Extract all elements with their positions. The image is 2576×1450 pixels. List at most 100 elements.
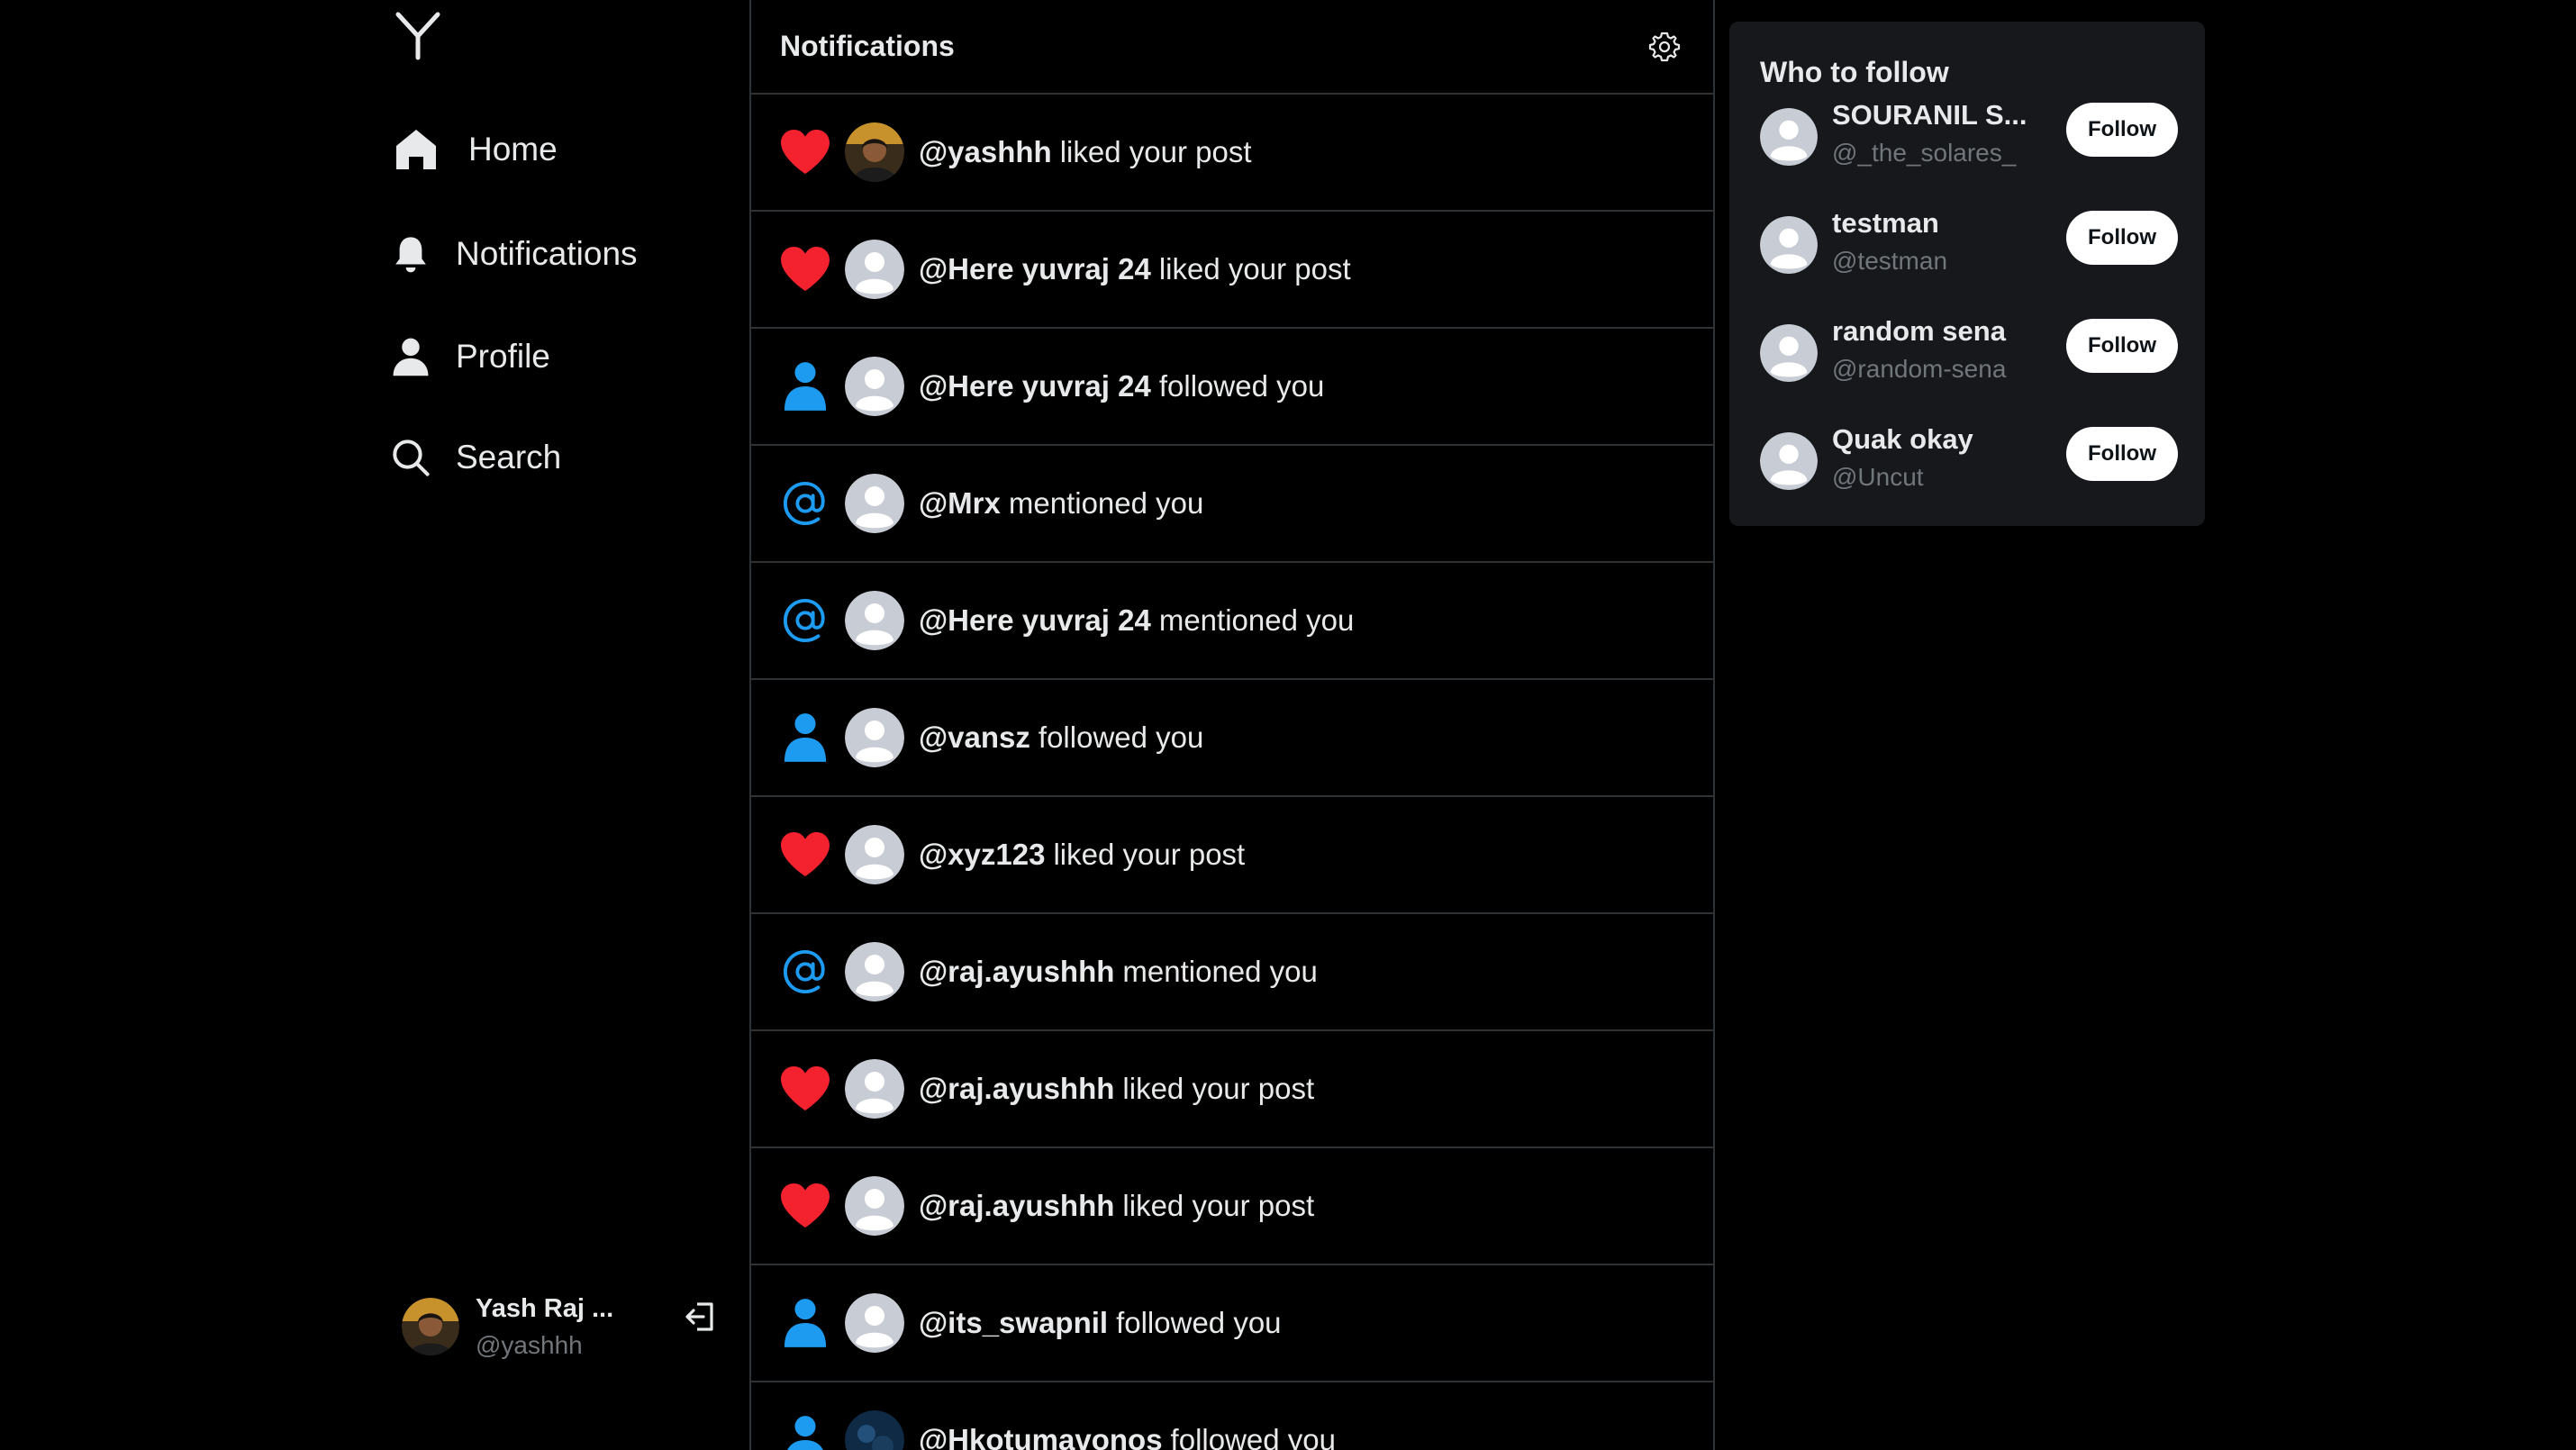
person-follow-icon <box>778 1296 832 1350</box>
follow-button[interactable]: Follow <box>2066 211 2178 265</box>
suggestion-name: random sena <box>1832 315 2006 347</box>
suggestion-name: testman <box>1832 207 1939 239</box>
y-logo-icon[interactable] <box>393 9 443 63</box>
notification-action: mentioned you <box>1122 955 1318 988</box>
avatar[interactable] <box>845 1176 904 1236</box>
account-switcher[interactable]: Yash Raj ... @yashhh <box>402 1294 726 1359</box>
notification-action: liked your post <box>1158 252 1351 285</box>
app-root: Home Notifications Profile Search Yash R… <box>0 0 2576 1450</box>
search-icon <box>387 434 434 481</box>
follow-suggestion-row[interactable]: Quak okay @Uncut Follow <box>1760 423 2183 499</box>
notification-row[interactable]: @vansz followed you <box>751 680 1713 797</box>
follow-button[interactable]: Follow <box>2066 103 2178 157</box>
notification-username[interactable]: @xyz123 <box>919 838 1045 871</box>
notification-text: @Here yuvraj 24 followed you <box>919 369 1324 403</box>
heart-icon <box>778 242 832 296</box>
notification-action: liked your post <box>1059 135 1252 168</box>
follow-button[interactable]: Follow <box>2066 427 2178 481</box>
notification-username[interactable]: @Here yuvraj 24 <box>919 603 1151 637</box>
notification-action: followed you <box>1158 369 1325 403</box>
notification-row[interactable]: @its_swapnil followed you <box>751 1265 1713 1382</box>
suggestion-handle: @random-sena <box>1832 355 2007 383</box>
logout-icon[interactable] <box>683 1299 719 1335</box>
avatar[interactable] <box>1760 324 1818 382</box>
notification-text: @Mrx mentioned you <box>919 486 1203 521</box>
who-to-follow-title: Who to follow <box>1760 56 1949 88</box>
at-mention-icon <box>778 476 832 530</box>
avatar[interactable] <box>845 591 904 650</box>
nav-home-label: Home <box>468 131 558 168</box>
bell-icon <box>387 231 434 277</box>
notification-row[interactable]: @Here yuvraj 24 followed you <box>751 329 1713 446</box>
nav-profile-label: Profile <box>456 338 550 375</box>
avatar[interactable] <box>845 474 904 533</box>
notification-text: @vansz followed you <box>919 720 1203 755</box>
nav-search[interactable]: Search <box>387 434 561 481</box>
notifications-header: Notifications <box>751 0 1713 95</box>
notification-username[interactable]: @Here yuvraj 24 <box>919 252 1151 285</box>
notification-row[interactable]: @raj.ayushhh liked your post <box>751 1148 1713 1265</box>
avatar[interactable] <box>845 357 904 416</box>
avatar[interactable] <box>845 1059 904 1119</box>
follow-button[interactable]: Follow <box>2066 319 2178 373</box>
notification-username[interactable]: @vansz <box>919 720 1030 754</box>
notification-action: liked your post <box>1122 1072 1315 1105</box>
page-title: Notifications <box>780 30 955 62</box>
follow-suggestion-row[interactable]: SOURANIL S... @_the_solares_ Follow <box>1760 99 2183 175</box>
notification-row[interactable]: @xyz123 liked your post <box>751 797 1713 914</box>
notification-text: @raj.ayushhh mentioned you <box>919 955 1318 989</box>
avatar[interactable] <box>845 240 904 299</box>
notification-row[interactable]: @Here yuvraj 24 liked your post <box>751 212 1713 329</box>
notification-action: followed you <box>1038 720 1204 754</box>
avatar[interactable] <box>845 1410 904 1450</box>
notification-text: @Hkotumavonos followed you <box>919 1423 1336 1450</box>
notification-username[interactable]: @its_swapnil <box>919 1306 1108 1339</box>
notification-username[interactable]: @yashhh <box>919 135 1052 168</box>
notification-username[interactable]: @raj.ayushhh <box>919 955 1114 988</box>
notification-row[interactable]: @raj.ayushhh mentioned you <box>751 914 1713 1031</box>
nav-notifications[interactable]: Notifications <box>387 231 638 277</box>
suggestion-name: Quak okay <box>1832 423 1973 455</box>
notification-username[interactable]: @raj.ayushhh <box>919 1189 1114 1222</box>
person-follow-icon <box>778 1413 832 1450</box>
notification-row[interactable]: @yashhh liked your post <box>751 95 1713 212</box>
notification-row[interactable]: @raj.ayushhh liked your post <box>751 1031 1713 1148</box>
follow-suggestion-row[interactable]: random sena @random-sena Follow <box>1760 315 2183 391</box>
avatar[interactable] <box>1760 432 1818 490</box>
avatar[interactable] <box>845 1293 904 1353</box>
nav-profile[interactable]: Profile <box>387 333 550 380</box>
avatar[interactable] <box>845 122 904 182</box>
notification-action: liked your post <box>1122 1189 1315 1222</box>
avatar[interactable] <box>845 942 904 1001</box>
nav-search-label: Search <box>456 439 562 476</box>
who-to-follow-card: Who to follow SOURANIL S... @_the_solare… <box>1729 22 2205 526</box>
follow-suggestion-row[interactable]: testman @testman Follow <box>1760 207 2183 283</box>
avatar[interactable] <box>1760 108 1818 166</box>
avatar[interactable] <box>845 708 904 767</box>
avatar[interactable] <box>1760 216 1818 274</box>
notification-text: @xyz123 liked your post <box>919 838 1245 872</box>
notification-text: @yashhh liked your post <box>919 135 1252 169</box>
notification-username[interactable]: @raj.ayushhh <box>919 1072 1114 1105</box>
notification-row[interactable]: @Here yuvraj 24 mentioned you <box>751 563 1713 680</box>
notification-username[interactable]: @Mrx <box>919 486 1001 520</box>
notification-action: mentioned you <box>1158 603 1355 637</box>
notification-row[interactable]: @Hkotumavonos followed you <box>751 1382 1713 1450</box>
gear-icon[interactable] <box>1648 31 1681 63</box>
heart-icon <box>778 1179 832 1233</box>
heart-icon <box>778 1062 832 1116</box>
avatar[interactable] <box>845 825 904 884</box>
notifications-column: Notifications @yashhh liked your post @He… <box>749 0 1715 1450</box>
at-mention-icon <box>778 594 832 648</box>
notification-list: @yashhh liked your post @Here yuvraj 24 li… <box>751 95 1713 1450</box>
notification-text: @Here yuvraj 24 liked your post <box>919 252 1351 286</box>
notification-username[interactable]: @Hkotumavonos <box>919 1423 1163 1450</box>
left-sidebar: Home Notifications Profile Search Yash R… <box>0 0 749 1450</box>
nav-home[interactable]: Home <box>387 126 558 173</box>
suggestion-handle: @_the_solares_ <box>1832 139 2017 167</box>
person-follow-icon <box>778 711 832 765</box>
notification-row[interactable]: @Mrx mentioned you <box>751 446 1713 563</box>
heart-icon <box>778 125 832 179</box>
notification-username[interactable]: @Here yuvraj 24 <box>919 369 1151 403</box>
account-avatar <box>402 1298 459 1355</box>
